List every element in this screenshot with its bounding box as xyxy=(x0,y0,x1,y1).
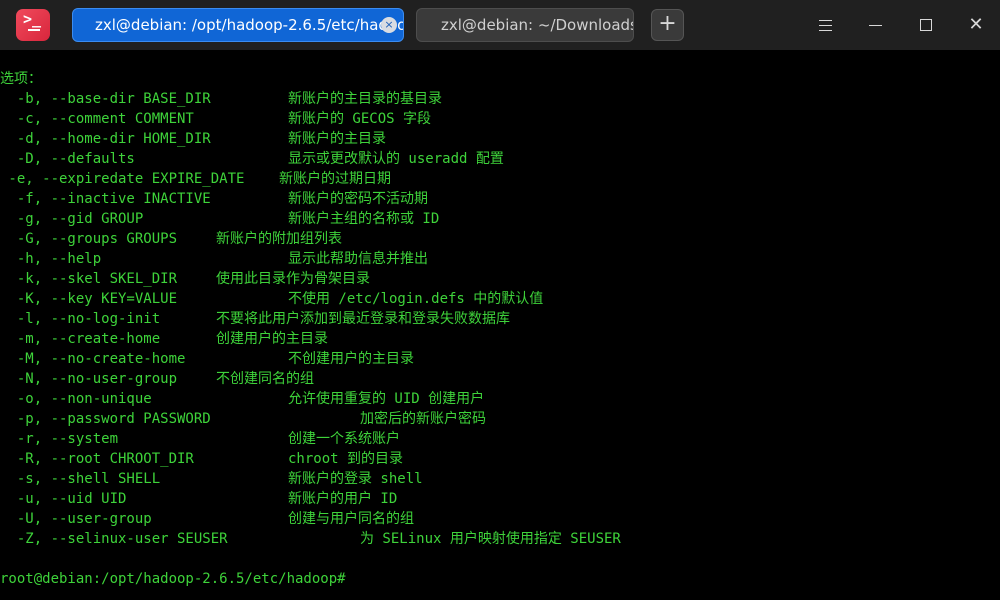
option-description: 不创建用户的主目录 xyxy=(288,351,414,367)
option-flag: -l, --no-log-init xyxy=(0,311,161,327)
option-flag: -c, --comment COMMENT xyxy=(0,111,194,127)
option-description: 新账户的密码不活动期 xyxy=(288,191,428,207)
option-line: -G, --groups GROUPS 新账户的附加组列表 xyxy=(0,229,342,249)
option-flag: -k, --skel SKEL_DIR xyxy=(0,271,178,287)
option-description: chroot 到的目录 xyxy=(288,451,404,467)
option-description: 不使用 /etc/login.defs 中的默认值 xyxy=(288,291,544,307)
cursor-line-icon xyxy=(28,29,40,31)
title-bar: >_ zxl@debian: /opt/hadoop-2.6.5/etc/had… xyxy=(0,0,1000,50)
tab-hadoop[interactable]: zxl@debian: /opt/hadoop-2.6.5/etc/hadoop xyxy=(72,8,404,42)
option-line: -p, --password PASSWORD 加密后的新账户密码 xyxy=(0,409,486,429)
option-line: -h, --help 显示此帮助信息并推出 xyxy=(0,249,428,269)
option-line: -M, --no-create-home 不创建用户的主目录 xyxy=(0,349,414,369)
shell-prompt: root@debian:/opt/hadoop-2.6.5/etc/hadoop… xyxy=(0,571,346,587)
option-description: 新账户的 GECOS 字段 xyxy=(288,111,432,127)
option-description: 允许使用重复的 UID 创建用户 xyxy=(288,391,485,407)
option-line: -o, --non-unique 允许使用重复的 UID 创建用户 xyxy=(0,389,484,409)
options-header: 选项： xyxy=(0,71,42,87)
terminal-output[interactable]: 选项： -b, --base-dir BASE_DIR 新账户的主目录的基目录 -… xyxy=(0,50,1000,600)
option-line: -b, --base-dir BASE_DIR 新账户的主目录的基目录 xyxy=(0,89,442,109)
add-tab-button[interactable]: + xyxy=(651,9,684,41)
option-line: -Z, --selinux-user SEUSER 为 SELinux 用户映射使… xyxy=(0,529,621,549)
option-flag: -D, --defaults xyxy=(0,151,135,167)
tab-label: zxl@debian: ~/Downloads xyxy=(441,16,634,34)
option-line: -l, --no-log-init 不要将此用户添加到最近登录和登录失败数据库 xyxy=(0,309,510,329)
option-flag: -r, --system xyxy=(0,431,119,447)
option-line: -e, --expiredate EXPIRE_DATE 新账户的过期日期 xyxy=(0,169,391,189)
app-icon-glyph: >_ xyxy=(23,10,42,28)
option-flag: -R, --root CHROOT_DIR xyxy=(0,451,194,467)
option-description: 创建用户的主目录 xyxy=(216,331,328,347)
option-flag: -K, --key KEY=VALUE xyxy=(0,291,178,307)
option-flag: -p, --password PASSWORD xyxy=(0,411,211,427)
option-line: -f, --inactive INACTIVE 新账户的密码不活动期 xyxy=(0,189,428,209)
option-flag: -M, --no-create-home xyxy=(0,351,186,367)
option-line: -c, --comment COMMENT 新账户的 GECOS 字段 xyxy=(0,109,431,129)
option-flag: -o, --non-unique xyxy=(0,391,152,407)
option-line: -s, --shell SHELL 新账户的登录 shell xyxy=(0,469,423,489)
option-line: -k, --skel SKEL_DIR 使用此目录作为骨架目录 xyxy=(0,269,370,289)
minimize-icon[interactable] xyxy=(861,10,891,40)
option-description: 创建一个系统账户 xyxy=(288,431,400,447)
option-description: 使用此目录作为骨架目录 xyxy=(216,271,370,287)
option-description: 新账户的过期日期 xyxy=(279,171,391,187)
option-description: 不要将此用户添加到最近登录和登录失败数据库 xyxy=(216,311,510,327)
option-flag: -U, --user-group xyxy=(0,511,152,527)
option-flag: -m, --create-home xyxy=(0,331,161,347)
option-flag: -h, --help xyxy=(0,251,102,267)
option-flag: -Z, --selinux-user SEUSER xyxy=(0,531,228,547)
option-flag: -f, --inactive INACTIVE xyxy=(0,191,211,207)
menu-icon[interactable] xyxy=(811,10,841,40)
option-line: -r, --system 创建一个系统账户 xyxy=(0,429,400,449)
option-description: 创建与用户同名的组 xyxy=(288,511,414,527)
option-description: 显示此帮助信息并推出 xyxy=(288,251,428,267)
option-flag: -e, --expiredate EXPIRE_DATE xyxy=(0,171,245,187)
option-description: 新账户主组的名称或 ID xyxy=(288,211,440,227)
option-line: -m, --create-home 创建用户的主目录 xyxy=(0,329,328,349)
option-line: -U, --user-group 创建与用户同名的组 xyxy=(0,509,414,529)
option-flag: -g, --gid GROUP xyxy=(0,211,144,227)
option-flag: -N, --no-user-group xyxy=(0,371,178,387)
maximize-icon[interactable] xyxy=(911,10,941,40)
terminal-app-icon[interactable]: >_ xyxy=(16,9,50,41)
option-description: 新账户的主目录 xyxy=(288,131,386,147)
option-flag: -b, --base-dir BASE_DIR xyxy=(0,91,211,107)
option-line: -D, --defaults 显示或更改默认的 useradd 配置 xyxy=(0,149,504,169)
option-description: 加密后的新账户密码 xyxy=(360,411,486,427)
option-line: -K, --key KEY=VALUE 不使用 /etc/login.defs 中… xyxy=(0,289,543,309)
option-description: 不创建同名的组 xyxy=(216,371,314,387)
option-description: 为 SELinux 用户映射使用指定 SEUSER xyxy=(360,531,621,547)
option-flag: -s, --shell SHELL xyxy=(0,471,161,487)
option-description: 新账户的登录 shell xyxy=(288,471,423,487)
option-description: 新账户的主目录的基目录 xyxy=(288,91,442,107)
option-flag: -d, --home-dir HOME_DIR xyxy=(0,131,211,147)
option-flag: -u, --uid UID xyxy=(0,491,127,507)
option-description: 新账户的用户 ID xyxy=(288,491,398,507)
option-line: -g, --gid GROUP 新账户主组的名称或 ID xyxy=(0,209,439,229)
close-window-icon[interactable]: ✕ xyxy=(961,10,991,40)
option-line: -d, --home-dir HOME_DIR 新账户的主目录 xyxy=(0,129,386,149)
option-line: -N, --no-user-group 不创建同名的组 xyxy=(0,369,314,389)
option-flag: -G, --groups GROUPS xyxy=(0,231,178,247)
option-description: 新账户的附加组列表 xyxy=(216,231,342,247)
option-description: 显示或更改默认的 useradd 配置 xyxy=(288,151,504,167)
close-tab-icon[interactable]: × xyxy=(381,17,397,33)
option-line: -u, --uid UID 新账户的用户 ID xyxy=(0,489,397,509)
tab-label: zxl@debian: /opt/hadoop-2.6.5/etc/hadoop xyxy=(95,16,404,34)
option-line: -R, --root CHROOT_DIR chroot 到的目录 xyxy=(0,449,403,469)
tab-downloads[interactable]: zxl@debian: ~/Downloads xyxy=(416,8,634,42)
